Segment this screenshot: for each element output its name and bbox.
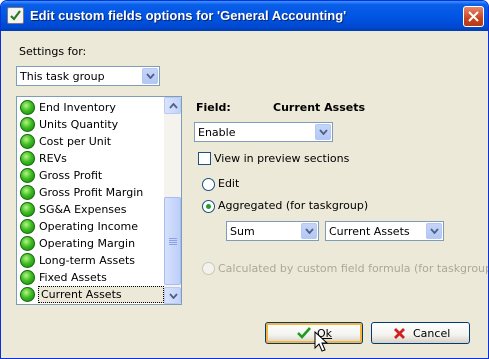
- cancel-button-label: Cancel: [413, 327, 451, 340]
- chevron-down-icon[interactable]: [301, 223, 317, 239]
- list-item-label: Gross Profit Margin: [39, 186, 144, 199]
- list-item[interactable]: Operating Margin: [18, 235, 164, 252]
- aggregate-field-value: Current Assets: [329, 225, 410, 238]
- list-item[interactable]: Long-term Assets: [18, 252, 164, 269]
- view-in-preview-label: View in preview sections: [214, 152, 350, 165]
- list-item[interactable]: Units Quantity: [18, 116, 164, 133]
- checkmark-app-icon: [7, 7, 24, 24]
- green-circle-icon: [20, 134, 35, 149]
- list-item-label: Units Quantity: [39, 118, 119, 131]
- calculated-radio-label: Calculated by custom field formula (for …: [218, 262, 489, 275]
- field-state-dropdown[interactable]: Enable: [194, 122, 333, 142]
- list-item-label: Gross Profit: [39, 169, 103, 182]
- calculated-radio[interactable]: [202, 262, 215, 275]
- list-item-label: Cost per Unit: [39, 135, 112, 148]
- red-x-icon: [393, 327, 406, 343]
- green-circle-icon: [20, 219, 35, 234]
- checkmark-icon: [297, 327, 311, 342]
- scroll-down-icon[interactable]: [164, 287, 181, 304]
- field-state-value: Enable: [198, 126, 236, 139]
- green-circle-icon: [20, 270, 35, 285]
- green-circle-icon: [20, 236, 35, 251]
- list-item-label: REVs: [39, 152, 67, 165]
- green-circle-icon: [20, 100, 35, 115]
- cancel-button[interactable]: Cancel: [371, 322, 470, 344]
- aggregate-function-value: Sum: [230, 225, 255, 238]
- green-circle-icon: [20, 253, 35, 268]
- window-title: Edit custom fields options for 'General …: [30, 8, 347, 23]
- aggregate-field-dropdown[interactable]: Current Assets: [325, 221, 444, 241]
- settings-for-value: This task group: [20, 70, 105, 83]
- list-item[interactable]: End Inventory: [18, 99, 164, 116]
- dialog-window: Edit custom fields options for 'General …: [0, 0, 489, 359]
- close-icon[interactable]: [463, 6, 484, 27]
- scroll-up-icon[interactable]: [164, 97, 181, 114]
- green-circle-icon: [20, 117, 35, 132]
- title-bar[interactable]: Edit custom fields options for 'General …: [1, 1, 488, 31]
- field-label: Field:: [196, 101, 231, 114]
- list-item[interactable]: Cost per Unit: [18, 133, 164, 150]
- list-item-label: End Inventory: [39, 101, 116, 114]
- list-item-label: Long-term Assets: [39, 254, 136, 267]
- mouse-cursor-icon: [314, 331, 329, 352]
- green-circle-icon: [20, 151, 35, 166]
- settings-for-label: Settings for:: [19, 45, 87, 58]
- list-item[interactable]: Fixed Assets: [18, 269, 164, 286]
- list-item[interactable]: Gross Profit Margin: [18, 184, 164, 201]
- settings-for-dropdown[interactable]: This task group: [16, 66, 160, 86]
- green-circle-icon: [20, 202, 35, 217]
- list-item-selected[interactable]: Current Assets: [18, 286, 164, 303]
- green-circle-icon: [20, 287, 35, 302]
- list-item-label: Current Assets: [38, 286, 164, 303]
- chevron-down-icon[interactable]: [426, 223, 442, 239]
- custom-fields-list[interactable]: End Inventory Units Quantity Cost per Un…: [16, 96, 182, 305]
- list-scrollbar[interactable]: [164, 97, 181, 304]
- list-item-label: Operating Margin: [39, 237, 136, 250]
- list-item-label: Fixed Assets: [39, 271, 107, 284]
- list-item[interactable]: Operating Income: [18, 218, 164, 235]
- aggregated-radio[interactable]: [202, 200, 215, 213]
- aggregated-radio-label: Aggregated (for taskgroup): [218, 199, 369, 212]
- view-in-preview-checkbox[interactable]: [198, 152, 211, 165]
- list-item-label: Operating Income: [39, 220, 138, 233]
- list-item[interactable]: Gross Profit: [18, 167, 164, 184]
- green-circle-icon: [20, 185, 35, 200]
- chevron-down-icon[interactable]: [142, 68, 158, 84]
- list-item[interactable]: REVs: [18, 150, 164, 167]
- green-circle-icon: [20, 168, 35, 183]
- list-item-label: SG&A Expenses: [39, 203, 127, 216]
- scrollbar-thumb[interactable]: [164, 197, 181, 285]
- list-item[interactable]: SG&A Expenses: [18, 201, 164, 218]
- field-name: Current Assets: [273, 101, 366, 114]
- chevron-down-icon[interactable]: [315, 124, 331, 140]
- edit-radio-label: Edit: [218, 177, 240, 190]
- aggregate-function-dropdown[interactable]: Sum: [226, 221, 319, 241]
- edit-radio[interactable]: [202, 178, 215, 191]
